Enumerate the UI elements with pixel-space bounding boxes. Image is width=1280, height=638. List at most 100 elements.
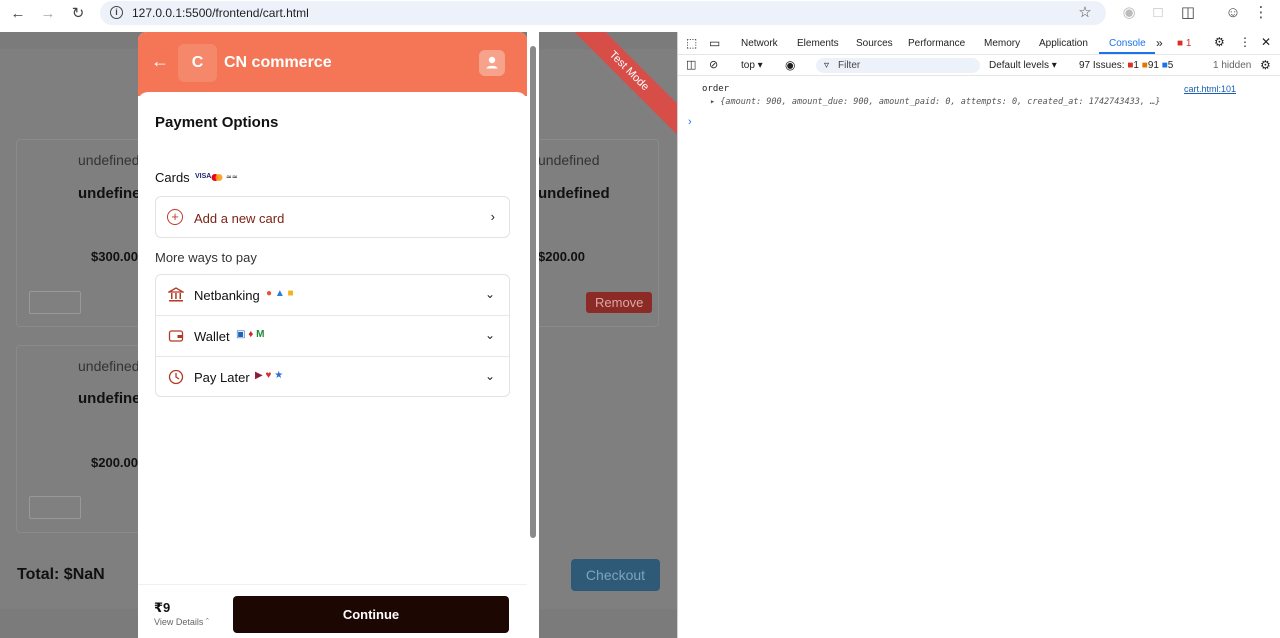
payment-options-title: Payment Options bbox=[155, 114, 279, 131]
product-price: $200.00 bbox=[91, 455, 138, 470]
back-icon[interactable]: ← bbox=[4, 0, 32, 26]
add-new-card-button[interactable]: + Add a new card › bbox=[155, 196, 510, 238]
test-mode-ribbon-clip: Test Mode bbox=[539, 32, 677, 152]
method-paylater[interactable]: Pay Later ▶ ♥ ★ ⌄ bbox=[156, 357, 509, 398]
method-label: Netbanking bbox=[194, 288, 260, 303]
settings-gear-icon[interactable]: ⚙ bbox=[1214, 35, 1225, 49]
visa-logo: VISA bbox=[195, 173, 212, 180]
remove-button[interactable]: Remove bbox=[586, 292, 653, 313]
tab-performance[interactable]: Performance bbox=[908, 38, 965, 49]
payment-modal: ← C CN commerce Payment Options Cards VI… bbox=[138, 32, 527, 638]
cards-section-label: Cards bbox=[155, 170, 190, 185]
tab-elements[interactable]: Elements bbox=[797, 38, 839, 49]
issues-counter[interactable]: 97 Issues: ■1 ■91 ■5 bbox=[1079, 60, 1173, 71]
browser-toolbar: ← → ↻ i 127.0.0.1:5500/frontend/cart.htm… bbox=[0, 0, 1280, 32]
tab-network[interactable]: Network bbox=[741, 38, 778, 49]
back-arrow-icon[interactable]: ← bbox=[151, 51, 169, 72]
expand-triangle-icon: ▸ bbox=[710, 97, 716, 107]
chevron-down-icon: ⌄ bbox=[484, 287, 495, 301]
log-levels-selector[interactable]: Default levels ▾ bbox=[989, 60, 1057, 71]
method-netbanking[interactable]: Netbanking ● ▲ ■ ⌄ bbox=[156, 275, 509, 316]
extension-icon-2[interactable]: □ bbox=[1149, 4, 1167, 22]
console-object-preview[interactable]: ▸ {amount: 900, amount_due: 900, amount_… bbox=[710, 97, 1160, 107]
clock-icon bbox=[168, 369, 184, 385]
forward-icon[interactable]: → bbox=[34, 0, 62, 26]
product-image-broken: undefined bbox=[78, 152, 140, 168]
payment-amount: ₹9 bbox=[154, 600, 171, 615]
bookmark-star-icon[interactable]: ☆ bbox=[1076, 4, 1094, 22]
devtools-menu-icon[interactable]: ⋮ bbox=[1239, 35, 1251, 49]
sidebar-toggle-icon[interactable]: ◫ bbox=[686, 58, 696, 71]
quantity-input[interactable] bbox=[29, 291, 81, 314]
context-selector[interactable]: top ▾ bbox=[741, 60, 763, 71]
close-devtools-icon[interactable]: ✕ bbox=[1261, 35, 1271, 49]
device-toggle-icon[interactable]: ▭ bbox=[709, 36, 720, 50]
wallet-logos: ▣ ♦ M bbox=[236, 329, 265, 340]
context-label: top bbox=[741, 60, 755, 71]
error-badge[interactable]: ■ 1 bbox=[1177, 38, 1191, 49]
checkout-button[interactable]: Checkout bbox=[571, 559, 660, 591]
tab-application[interactable]: Application bbox=[1039, 38, 1088, 49]
profile-icon[interactable]: ☺ bbox=[1224, 4, 1242, 22]
console-prompt-icon[interactable]: › bbox=[688, 116, 692, 128]
method-wallet[interactable]: Wallet ▣ ♦ M ⌄ bbox=[156, 316, 509, 357]
address-bar[interactable]: i 127.0.0.1:5500/frontend/cart.html ☆ bbox=[100, 1, 1106, 25]
extensions-puzzle-icon[interactable]: ◫ bbox=[1179, 4, 1197, 22]
console-filter-input[interactable]: ▿ Filter bbox=[816, 58, 980, 73]
view-details-link[interactable]: View Details ˆ bbox=[154, 617, 209, 627]
console-settings-gear-icon[interactable]: ⚙ bbox=[1260, 58, 1271, 72]
product-price: $200.00 bbox=[538, 249, 585, 264]
devtools-panel: ⬚ ▭ Network Elements Sources Performance… bbox=[677, 32, 1280, 638]
devtools-tabs: ⬚ ▭ Network Elements Sources Performance… bbox=[678, 32, 1280, 55]
more-tabs-icon[interactable]: » bbox=[1156, 36, 1163, 50]
menu-kebab-icon[interactable]: ⋮ bbox=[1252, 4, 1270, 22]
error-count: 1 bbox=[1185, 38, 1192, 49]
issues-red-count: 1 bbox=[1133, 60, 1139, 71]
chevron-up-icon: ˆ bbox=[205, 617, 209, 627]
console-source-link[interactable]: cart.html:101 bbox=[1184, 84, 1236, 94]
issues-orange-count: 91 bbox=[1147, 60, 1159, 71]
chevron-right-icon: › bbox=[490, 209, 495, 224]
bank-logos: ● ▲ ■ bbox=[266, 288, 294, 299]
live-expression-eye-icon[interactable]: ◉ bbox=[785, 58, 795, 72]
user-profile-button[interactable] bbox=[479, 50, 505, 76]
paylater-logos: ▶ ♥ ★ bbox=[255, 370, 284, 381]
tab-console[interactable]: Console bbox=[1109, 38, 1146, 49]
tab-sources[interactable]: Sources bbox=[856, 38, 893, 49]
bank-icon bbox=[166, 287, 186, 303]
active-tab-indicator bbox=[1099, 52, 1155, 54]
console-object-text: {amount: 900, amount_due: 900, amount_pa… bbox=[720, 97, 1161, 107]
rupay-logo: ≃≃ bbox=[226, 174, 238, 181]
url-text: 127.0.0.1:5500/frontend/cart.html bbox=[132, 6, 309, 20]
console-toolbar: ◫ ⊘ top ▾ ◉ ▿ Filter Default levels ▾ 97… bbox=[678, 55, 1280, 76]
more-ways-label: More ways to pay bbox=[155, 250, 257, 265]
modal-body: Payment Options Cards VISA ≃≃ + Add a ne… bbox=[138, 92, 527, 638]
reload-icon[interactable]: ↻ bbox=[64, 0, 92, 26]
product-title: undefined bbox=[538, 185, 610, 202]
filter-icon: ▿ bbox=[824, 60, 830, 71]
product-image-broken: undefined bbox=[538, 152, 600, 168]
cart-total: Total: $NaN bbox=[17, 566, 105, 583]
scroll-thumb[interactable] bbox=[530, 46, 536, 538]
clear-console-icon[interactable]: ⊘ bbox=[709, 58, 718, 71]
site-info-icon[interactable]: i bbox=[110, 6, 123, 19]
inspect-element-icon[interactable]: ⬚ bbox=[686, 36, 697, 50]
chevron-down-icon: ⌄ bbox=[484, 369, 495, 383]
console-log-label: order bbox=[702, 84, 730, 94]
filter-placeholder: Filter bbox=[838, 60, 861, 71]
method-label: Wallet bbox=[194, 329, 230, 344]
wallet-icon bbox=[168, 328, 184, 344]
continue-button[interactable]: Continue bbox=[233, 596, 509, 633]
quantity-input[interactable] bbox=[29, 496, 81, 519]
hidden-messages-count: 1 hidden bbox=[1213, 60, 1252, 71]
extension-icon[interactable]: ◉ bbox=[1120, 4, 1138, 22]
test-mode-ribbon: Test Mode bbox=[564, 32, 677, 136]
modal-footer: ₹9 View Details ˆ Continue bbox=[138, 584, 527, 638]
add-card-label: Add a new card bbox=[194, 211, 285, 226]
chevron-down-icon: ⌄ bbox=[484, 328, 495, 342]
issues-blue-count: 5 bbox=[1167, 60, 1174, 71]
mastercard-logo bbox=[211, 173, 223, 182]
modal-scrollbar[interactable] bbox=[527, 32, 539, 638]
tab-memory[interactable]: Memory bbox=[984, 38, 1020, 49]
issues-label: 97 Issues: bbox=[1079, 60, 1125, 71]
